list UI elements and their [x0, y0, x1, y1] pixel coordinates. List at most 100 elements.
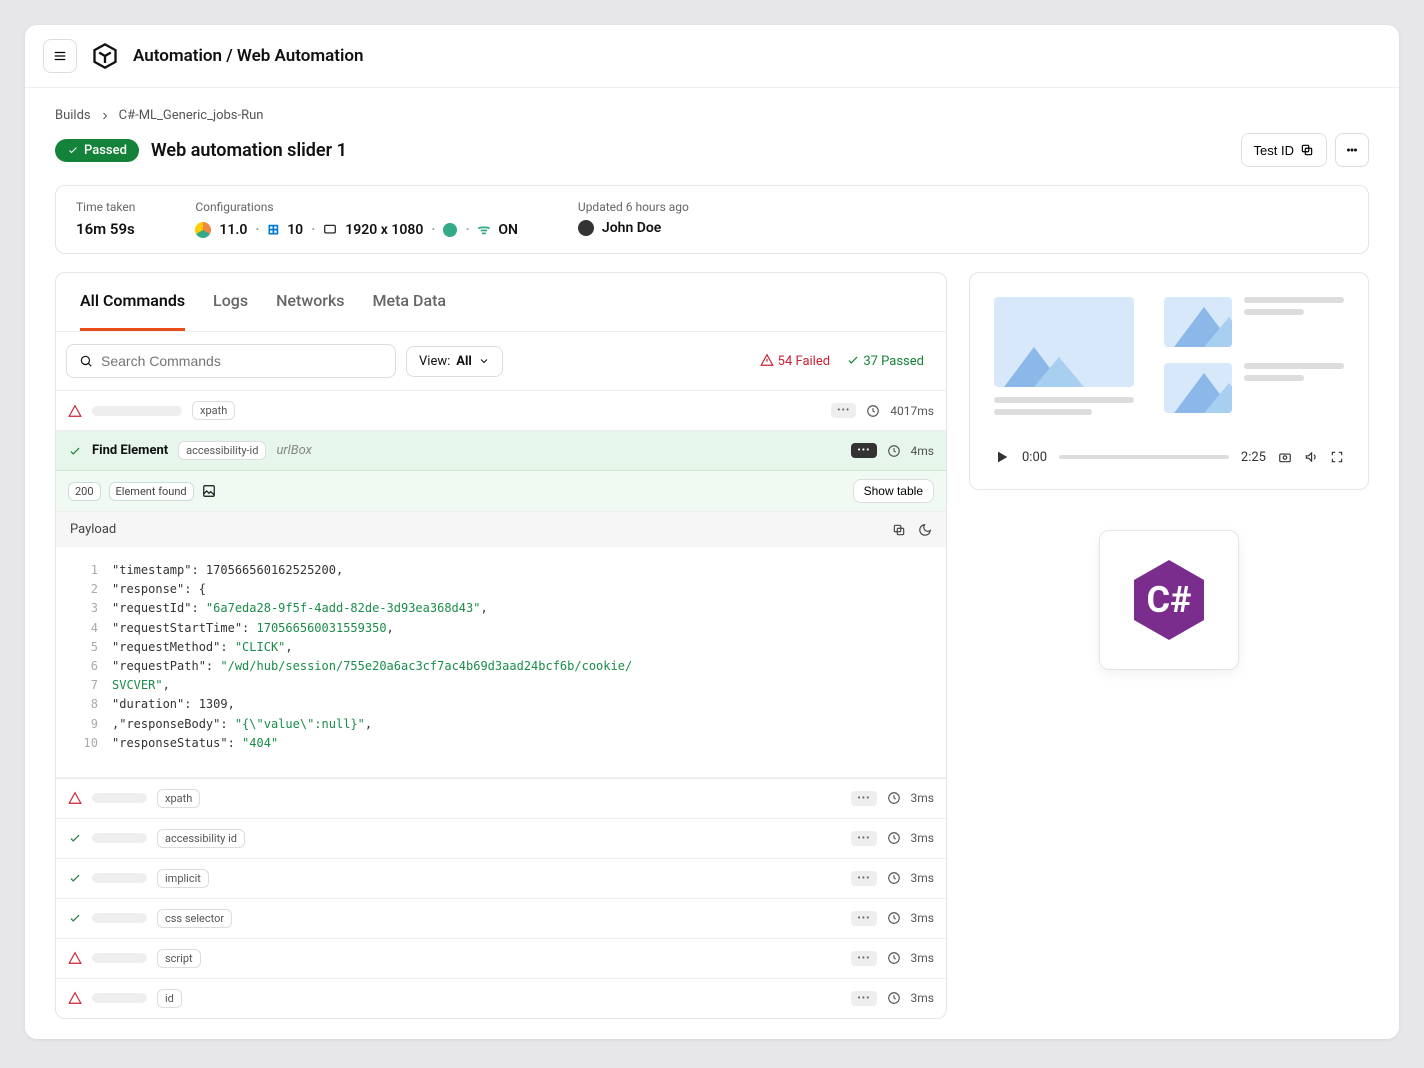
row-more[interactable]: •••: [851, 911, 876, 926]
clock-icon: [866, 404, 880, 418]
passed-count: 37 Passed: [846, 353, 924, 369]
video-time-end: 2:25: [1241, 450, 1266, 465]
show-table-button[interactable]: Show table: [853, 479, 934, 503]
command-row-selected[interactable]: Find Element accessibility-id urlBox •••…: [56, 430, 946, 470]
logo-icon: [91, 42, 119, 70]
view-filter[interactable]: View: All: [406, 346, 503, 377]
theme-icon[interactable]: [918, 523, 932, 537]
command-status-bar: 200 Element found Show table: [56, 470, 946, 511]
menu-button[interactable]: [43, 39, 77, 73]
video-time-start: 0:00: [1022, 450, 1047, 465]
row-more[interactable]: •••: [851, 831, 876, 846]
row-more[interactable]: •••: [851, 951, 876, 966]
more-icon: [1345, 143, 1359, 157]
row-more[interactable]: •••: [851, 443, 876, 458]
row-more[interactable]: •••: [851, 791, 876, 806]
test-id-button[interactable]: Test ID: [1241, 133, 1327, 167]
duration: 3ms: [911, 991, 934, 1005]
locator-tag: implicit: [157, 869, 209, 888]
search-box[interactable]: [66, 344, 396, 378]
row-more[interactable]: •••: [851, 871, 876, 886]
command-row[interactable]: xpath ••• 4017ms: [56, 390, 946, 430]
search-icon: [79, 354, 93, 368]
warning-icon: [760, 353, 774, 367]
video-player[interactable]: 0:00 2:25: [994, 449, 1344, 465]
locator-tag: id: [157, 989, 182, 1008]
locator-value: urlBox: [276, 443, 311, 458]
warning-icon: [68, 951, 82, 965]
time-taken-value: 16m 59s: [76, 220, 135, 238]
copy-icon[interactable]: [892, 523, 906, 537]
crumb-current: C#-ML_Generic_jobs-Run: [119, 108, 264, 123]
clock-icon: [887, 791, 901, 805]
check-icon: [68, 444, 82, 458]
locator-tag: xpath: [157, 789, 200, 808]
locator-tag: accessibility-id: [178, 441, 266, 460]
play-icon[interactable]: [994, 449, 1010, 465]
duration: 4ms: [911, 444, 934, 458]
time-taken-label: Time taken: [76, 200, 135, 214]
locator-tag: xpath: [192, 401, 235, 420]
copy-icon: [1300, 143, 1314, 157]
video-thumb-small: [1164, 363, 1344, 413]
duration: 4017ms: [890, 404, 934, 418]
clock-icon: [887, 831, 901, 845]
browser-version: 11.0: [219, 222, 247, 238]
crumb-root[interactable]: Builds: [55, 108, 91, 123]
fullscreen-icon[interactable]: [1330, 450, 1344, 464]
video-panel: 0:00 2:25: [969, 272, 1369, 490]
check-icon: [846, 353, 860, 367]
check-icon: [68, 871, 82, 885]
config-label: Configurations: [195, 200, 518, 214]
os-version: 10: [287, 222, 303, 238]
clock-icon: [887, 951, 901, 965]
locator-tag: accessibility id: [157, 829, 245, 848]
warning-icon: [68, 404, 82, 418]
windows-icon: ⊞: [267, 222, 279, 238]
command-row[interactable]: css selector ••• 3ms: [56, 898, 946, 938]
video-thumb-small: [1164, 297, 1344, 347]
command-name: Find Element: [92, 443, 168, 458]
duration: 3ms: [911, 831, 934, 845]
image-icon[interactable]: [202, 484, 216, 498]
check-icon: [67, 144, 79, 156]
commands-panel: All Commands Logs Networks Meta Data Vie…: [55, 272, 947, 1019]
status-msg: Element found: [109, 482, 194, 501]
tab-networks[interactable]: Networks: [276, 273, 344, 331]
command-row[interactable]: id ••• 3ms: [56, 978, 946, 1018]
video-progress[interactable]: [1059, 455, 1229, 459]
chrome-icon: [195, 222, 211, 238]
tab-all-commands[interactable]: All Commands: [80, 273, 185, 331]
duration: 3ms: [911, 791, 934, 805]
updated-label: Updated 6 hours ago: [578, 200, 689, 214]
volume-icon[interactable]: [1304, 450, 1318, 464]
command-row[interactable]: implicit ••• 3ms: [56, 858, 946, 898]
command-row[interactable]: xpath ••• 3ms: [56, 778, 946, 818]
status-badge: Passed: [55, 139, 139, 162]
http-code: 200: [68, 482, 101, 501]
resolution: 1920 x 1080: [345, 222, 423, 238]
row-more[interactable]: •••: [831, 403, 856, 418]
more-button[interactable]: [1335, 133, 1369, 167]
tech-logo-card: C#: [969, 530, 1369, 670]
command-row[interactable]: script ••• 3ms: [56, 938, 946, 978]
video-thumb-large: [994, 297, 1134, 429]
search-input[interactable]: [101, 353, 383, 369]
globe-icon: [443, 223, 457, 237]
check-icon: [68, 831, 82, 845]
info-bar: Time taken 16m 59s Configurations 11.0 ·…: [55, 185, 1369, 254]
clock-icon: [887, 991, 901, 1005]
command-row[interactable]: accessibility id ••• 3ms: [56, 818, 946, 858]
menu-icon: [53, 49, 67, 63]
locator-tag: css selector: [157, 909, 232, 928]
row-more[interactable]: •••: [851, 991, 876, 1006]
warning-icon: [68, 791, 82, 805]
duration: 3ms: [911, 911, 934, 925]
tab-logs[interactable]: Logs: [213, 273, 248, 331]
proxy-status: ON: [498, 222, 518, 238]
user-name: John Doe: [602, 220, 661, 236]
page-title: Web automation slider 1: [151, 140, 347, 161]
header-title: Automation / Web Automation: [133, 46, 364, 66]
camera-icon[interactable]: [1278, 450, 1292, 464]
tab-metadata[interactable]: Meta Data: [373, 273, 447, 331]
